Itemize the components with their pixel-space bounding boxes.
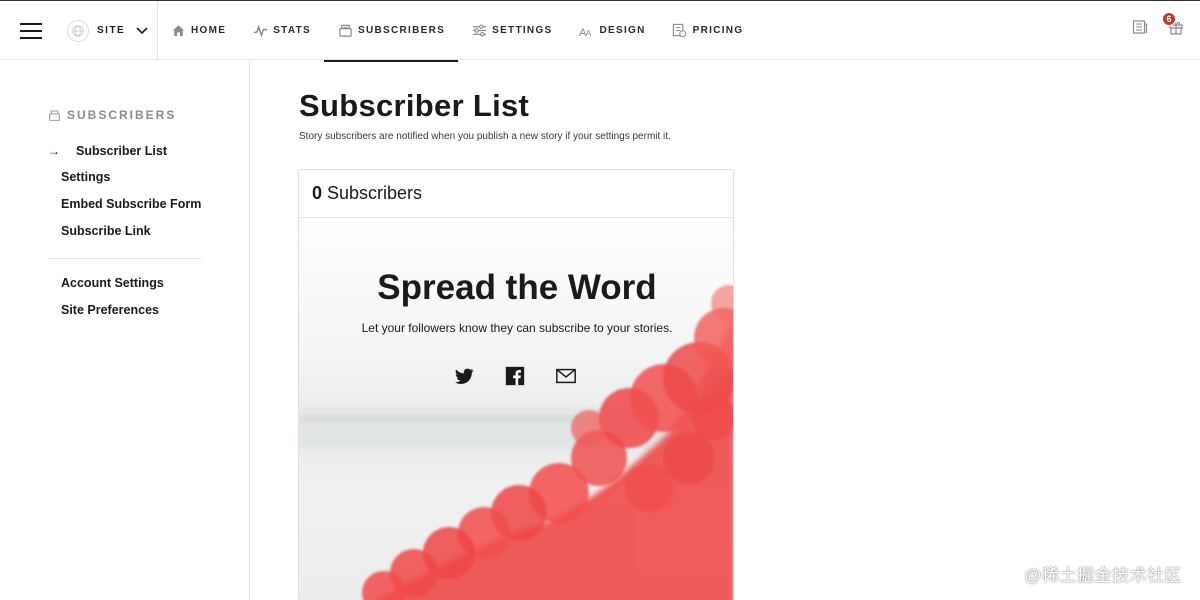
arrow-right-icon: →: [48, 144, 60, 158]
nav-design[interactable]: AA DESIGN: [579, 1, 646, 60]
stats-icon: [252, 23, 268, 39]
sidebar-item-settings[interactable]: Settings: [61, 170, 110, 184]
sidebar-item-site-preferences[interactable]: Site Preferences: [61, 303, 159, 317]
nav-settings-label: SETTINGS: [492, 25, 553, 36]
nav-stats-label: STATS: [273, 25, 311, 36]
page-title: Subscriber List: [299, 88, 530, 123]
subscribers-icon: [337, 23, 353, 39]
topbar-right-icons: 6: [1114, 12, 1186, 37]
subscriber-count-value: 0: [312, 183, 323, 203]
settings-icon: [471, 23, 487, 39]
nav-settings[interactable]: SETTINGS: [471, 1, 552, 60]
nav-home-label: HOME: [191, 25, 227, 36]
promo-title: Spread the Word: [377, 268, 657, 307]
nav-stats[interactable]: STATS: [252, 1, 311, 60]
site-label: SITE: [97, 25, 126, 36]
promo-subtitle: Let your followers know they can subscri…: [361, 321, 673, 335]
nav-pricing[interactable]: PRICING: [672, 1, 744, 60]
nav-design-label: DESIGN: [599, 25, 646, 36]
spread-the-word-promo: Spread the Word Let your followers know …: [299, 218, 733, 600]
main-nav: HOME STATS SUBSCRIBERS SETTINGS AA DESIG…: [170, 1, 769, 62]
pricing-icon: [672, 23, 688, 39]
sidebar-item-embed-subscribe-form[interactable]: Embed Subscribe Form: [61, 197, 201, 211]
sidebar-heading: SUBSCRIBERS: [48, 108, 176, 122]
subscribers-icon: [49, 110, 60, 121]
share-facebook-button[interactable]: [503, 364, 527, 388]
twitter-icon: [455, 368, 474, 384]
subscriber-count: 0 Subscribers: [299, 170, 733, 218]
hamburger-menu-icon[interactable]: [20, 23, 42, 39]
site-switcher[interactable]: SITE: [60, 1, 158, 60]
design-icon: AA: [579, 23, 595, 39]
sidebar-divider: [48, 258, 201, 259]
nav-subscribers-label: SUBSCRIBERS: [358, 25, 446, 36]
notifications-button[interactable]: [1132, 19, 1150, 37]
home-icon: [170, 23, 186, 39]
email-icon: [556, 368, 576, 384]
globe-icon: [67, 19, 89, 42]
facebook-icon: [505, 366, 525, 386]
nav-home[interactable]: HOME: [170, 1, 226, 60]
gift-button[interactable]: 6: [1162, 12, 1186, 37]
share-twitter-button[interactable]: [452, 364, 476, 388]
nav-subscribers[interactable]: SUBSCRIBERS: [323, 1, 459, 62]
page-subtitle: Story subscribers are notified when you …: [299, 131, 671, 142]
svg-text:A: A: [586, 28, 592, 38]
chevron-down-icon: [136, 27, 148, 35]
sidebar-item-account-settings[interactable]: Account Settings: [61, 276, 164, 290]
subscribers-card: 0 Subscribers Spread the Word Let your f…: [298, 169, 734, 600]
subscriber-count-label: Subscribers: [327, 183, 423, 203]
watermark: @稀土掘金技术社区: [1024, 566, 1182, 585]
share-email-button[interactable]: [554, 364, 578, 388]
newspaper-icon: [1132, 20, 1148, 34]
sidebar-item-subscriber-list[interactable]: Subscriber List: [76, 144, 167, 158]
top-navigation-bar: SITE HOME STATS SUBSCRIBERS SETTINGS A A…: [0, 0, 1200, 62]
sidebar: SUBSCRIBERS → Subscriber List Settings E…: [0, 60, 250, 600]
sidebar-item-subscribe-link[interactable]: Subscribe Link: [61, 224, 151, 238]
share-icons: [452, 364, 605, 388]
notification-badge: 6: [1162, 12, 1176, 26]
sidebar-heading-label: SUBSCRIBERS: [67, 108, 177, 122]
nav-pricing-label: PRICING: [692, 25, 744, 36]
